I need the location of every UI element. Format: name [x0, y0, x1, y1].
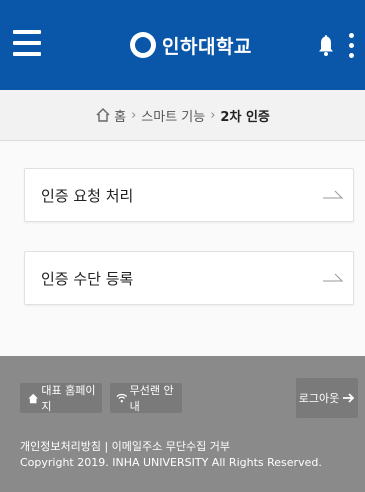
card-label: 인증 수단 등록: [41, 270, 134, 288]
homepage-label: 대표 홈페이지: [41, 384, 96, 413]
wifi-guide-label: 무선랜 안내: [129, 384, 174, 413]
notification-bell-icon[interactable]: [318, 34, 334, 56]
home-icon: [96, 108, 110, 122]
university-seal-icon: [130, 32, 156, 58]
more-options-icon[interactable]: [349, 33, 355, 59]
breadcrumb-current: 2차 인증: [220, 109, 270, 125]
wifi-guide-button[interactable]: 무선랜 안내: [110, 383, 182, 413]
logout-label: 로그아웃: [298, 392, 340, 405]
breadcrumb: 홈 › 스마트 기능 › 2차 인증: [0, 90, 365, 141]
policy-text[interactable]: 개인정보처리방침 | 이메일주소 무단수집 거부: [20, 438, 230, 454]
copyright-text: Copyright 2019. INHA UNIVERSITY All Righ…: [20, 456, 322, 469]
breadcrumb-separator: ›: [131, 107, 137, 123]
footer: 대표 홈페이지 무선랜 안내 로그아웃 개인정보처리방침 | 이메일주소 무단수…: [0, 356, 365, 492]
breadcrumb-separator: ›: [210, 107, 216, 123]
auth-method-register-card[interactable]: 인증 수단 등록: [24, 251, 354, 305]
breadcrumb-home[interactable]: 홈: [114, 106, 126, 125]
main-content: 인증 요청 처리 인증 수단 등록: [0, 141, 365, 356]
wifi-icon: [116, 393, 128, 403]
breadcrumb-smart-functions[interactable]: 스마트 기능: [141, 106, 205, 125]
arrow-icon: [323, 190, 343, 199]
auth-request-card[interactable]: 인증 요청 처리: [24, 168, 354, 222]
arrow-right-icon: [343, 393, 355, 403]
logout-button[interactable]: 로그아웃: [296, 378, 358, 418]
app-header: 인하대학교: [0, 0, 365, 90]
home-icon: [28, 393, 38, 403]
logo-text: 인하대학교: [162, 35, 252, 58]
homepage-button[interactable]: 대표 홈페이지: [20, 383, 102, 413]
card-label: 인증 요청 처리: [41, 187, 134, 205]
university-logo[interactable]: 인하대학교: [130, 30, 252, 60]
arrow-icon: [323, 273, 343, 282]
hamburger-menu-icon[interactable]: [13, 30, 41, 56]
